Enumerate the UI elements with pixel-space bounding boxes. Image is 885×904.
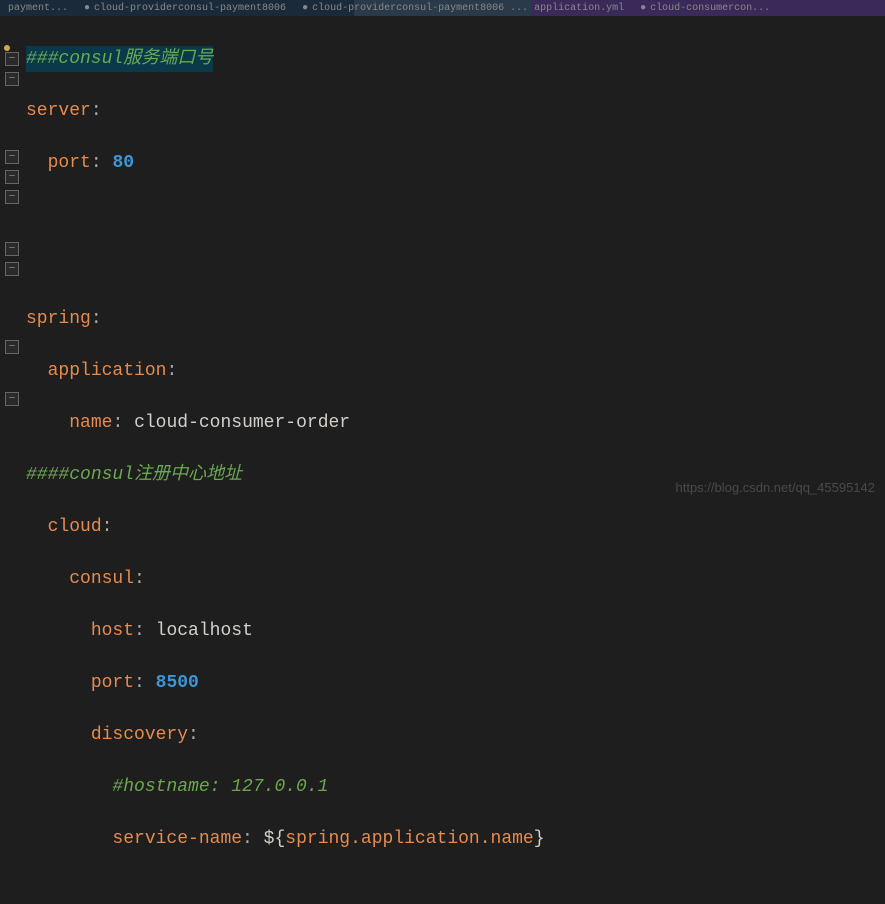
yaml-key: port bbox=[48, 153, 91, 173]
code-line: discovery: bbox=[26, 722, 885, 748]
tab-3[interactable]: ● cloud-providerconsul-payment8006 ... ap… bbox=[294, 0, 632, 16]
code-line: application: bbox=[26, 358, 885, 384]
fold-marker-icon[interactable]: − bbox=[5, 242, 19, 256]
dot-icon: ● bbox=[640, 3, 646, 14]
code-line: spring: bbox=[26, 306, 885, 332]
fold-marker-icon[interactable]: − bbox=[5, 190, 19, 204]
tab-4[interactable]: ● cloud-consumercon... bbox=[632, 0, 778, 16]
yaml-key: host bbox=[91, 621, 134, 641]
fold-marker-icon[interactable]: − bbox=[5, 340, 19, 354]
fold-gutter: − − − − − − − − − bbox=[0, 20, 24, 904]
code-line: host: localhost bbox=[26, 618, 885, 644]
tab-label: payment... bbox=[8, 3, 68, 14]
watermark-text: https://blog.csdn.net/qq_45595142 bbox=[676, 480, 876, 495]
dot-icon: ● bbox=[84, 3, 90, 14]
fold-marker-icon[interactable]: − bbox=[5, 72, 19, 86]
yaml-value: localhost bbox=[156, 621, 253, 641]
yaml-key: server bbox=[26, 101, 91, 121]
code-line: cloud: bbox=[26, 514, 885, 540]
editor-tabs: payment... ● cloud-providerconsul-payment… bbox=[0, 0, 885, 16]
comment-hash: #### bbox=[26, 465, 69, 485]
yaml-variable: spring.application.name bbox=[285, 829, 533, 849]
breakpoint-dot-icon[interactable] bbox=[4, 45, 10, 51]
code-editor[interactable]: − − − − − − − − − ###consul服务端口号 server:… bbox=[0, 16, 885, 904]
code-line bbox=[26, 202, 885, 228]
code-line: ###consul服务端口号 bbox=[26, 46, 885, 72]
yaml-key: discovery bbox=[91, 725, 188, 745]
code-content[interactable]: ###consul服务端口号 server: port: 80 spring: … bbox=[24, 20, 885, 904]
fold-marker-icon[interactable]: − bbox=[5, 150, 19, 164]
close-brace: } bbox=[534, 829, 545, 849]
comment-word: consul bbox=[69, 465, 134, 485]
tab-2[interactable]: ● cloud-providerconsul-payment8006 bbox=[76, 0, 294, 16]
comment-word: consul bbox=[58, 49, 123, 69]
code-line: #hostname: 127.0.0.1 bbox=[26, 774, 885, 800]
tab-label: cloud-providerconsul-payment8006 ... app… bbox=[312, 3, 624, 14]
yaml-value: cloud-consumer-order bbox=[134, 413, 350, 433]
fold-marker-icon[interactable]: − bbox=[5, 262, 19, 276]
code-line: name: cloud-consumer-order bbox=[26, 410, 885, 436]
dot-icon: ● bbox=[302, 3, 308, 14]
fold-marker-icon[interactable]: − bbox=[5, 52, 19, 66]
tab-label: cloud-providerconsul-payment8006 bbox=[94, 3, 286, 14]
dollar-sign: $ bbox=[264, 829, 275, 849]
yaml-key: name bbox=[69, 413, 112, 433]
tab-1[interactable]: payment... bbox=[0, 0, 76, 16]
code-line bbox=[26, 254, 885, 280]
code-line: port: 8500 bbox=[26, 670, 885, 696]
fold-marker-icon[interactable]: − bbox=[5, 170, 19, 184]
yaml-number: 8500 bbox=[156, 673, 199, 693]
yaml-key: spring bbox=[26, 309, 91, 329]
code-line: server: bbox=[26, 98, 885, 124]
comment-text: 注册中心地址 bbox=[134, 465, 242, 485]
code-line: port: 80 bbox=[26, 150, 885, 176]
yaml-key: cloud bbox=[48, 517, 102, 537]
yaml-key: service-name bbox=[112, 829, 242, 849]
tab-label: cloud-consumercon... bbox=[650, 3, 770, 14]
fold-marker-icon[interactable]: − bbox=[5, 392, 19, 406]
yaml-comment: #hostname: 127.0.0.1 bbox=[112, 777, 328, 797]
yaml-key: application bbox=[48, 361, 167, 381]
code-line: consul: bbox=[26, 566, 885, 592]
open-brace: { bbox=[274, 829, 285, 849]
comment-text: 服务端口号 bbox=[123, 49, 213, 69]
yaml-key: consul bbox=[69, 569, 134, 589]
yaml-key: port bbox=[91, 673, 134, 693]
yaml-number: 80 bbox=[112, 153, 134, 173]
comment-hash: ### bbox=[26, 49, 58, 69]
code-line: service-name: ${spring.application.name} bbox=[26, 826, 885, 852]
